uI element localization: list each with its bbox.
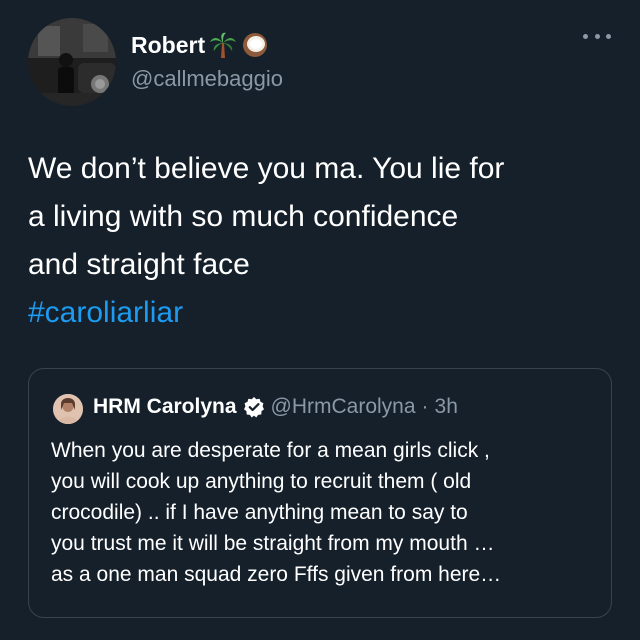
quoted-text-line: you trust me it will be straight from my… (51, 532, 495, 555)
hashtag-link[interactable]: #caroliarliar (28, 289, 618, 337)
more-options-icon[interactable] (583, 30, 611, 42)
dot (606, 33, 611, 39)
quoted-text-line: as a one man squad zero Fffs given from … (51, 563, 502, 586)
verified-badge-icon (243, 397, 264, 418)
quoted-timestamp[interactable]: 3h (435, 395, 458, 419)
palm-tree-emoji-icon (210, 32, 237, 58)
quoted-text-line: crocodile) .. if I have anything mean to… (51, 501, 468, 524)
quoted-header: HRM Carolyna @HrmCarolyna · 3h (93, 395, 458, 419)
dot (594, 33, 600, 39)
author-name[interactable]: Robert (131, 32, 205, 59)
author-avatar[interactable] (28, 18, 116, 106)
quoted-author-handle[interactable]: @HrmCarolyna (271, 395, 416, 419)
dot (583, 33, 588, 39)
quoted-avatar-photo (53, 394, 83, 424)
quoted-text-line: When you are desperate for a mean girls … (51, 439, 490, 462)
tweet-text-line: a living with so much confidence (28, 200, 459, 233)
tweet-text-line: We don’t believe you ma. You lie for (28, 152, 505, 185)
author-handle[interactable]: @callmebaggio (131, 66, 283, 92)
quoted-tweet-text: When you are desperate for a mean girls … (51, 435, 596, 590)
tweet-text: We don’t believe you ma. You lie for a l… (28, 145, 618, 337)
avatar-photo (28, 18, 116, 106)
quoted-author-name[interactable]: HRM Carolyna (93, 395, 237, 419)
quoted-author-avatar[interactable] (53, 394, 83, 424)
separator-dot: · (421, 395, 429, 418)
quoted-tweet[interactable]: HRM Carolyna @HrmCarolyna · 3h When you ar… (28, 368, 612, 618)
author-name-row[interactable]: Robert (131, 31, 269, 59)
quoted-text-line: you will cook up anything to recruit the… (51, 470, 472, 493)
coconut-emoji-icon (243, 33, 268, 57)
tweet-text-line: and straight face (28, 248, 250, 281)
